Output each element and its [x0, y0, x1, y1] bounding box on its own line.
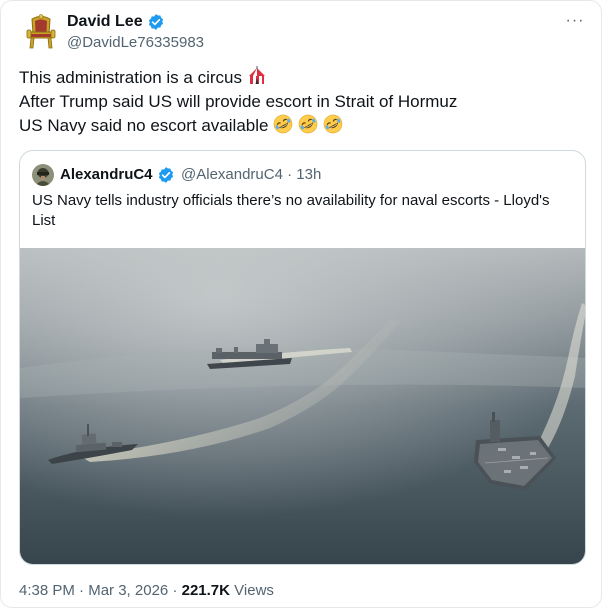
- rofl-emoji-icon: [323, 114, 342, 134]
- tweet-card: David Lee @DavidLe76335983 ··· This admi…: [0, 0, 602, 608]
- author-handle[interactable]: @DavidLe76335983: [67, 33, 204, 53]
- more-options-icon[interactable]: ···: [563, 11, 587, 31]
- footer-separator: ·: [79, 582, 85, 599]
- tweet-text: This administration is a circus After Tr…: [19, 66, 579, 138]
- quote-author-name-text: AlexandruC4: [60, 166, 153, 183]
- avatar[interactable]: [19, 10, 63, 54]
- rofl-emoji-icon: [273, 114, 293, 134]
- circus-tent-icon: [248, 66, 265, 84]
- quote-separator: ·: [287, 166, 293, 183]
- tweet-line-3-text: US Navy said no escort available: [19, 116, 269, 135]
- tweet-time[interactable]: 4:38 PM: [19, 582, 75, 599]
- quoted-tweet[interactable]: AlexandruC4 @AlexandruC4 · 13h US Navy t…: [19, 150, 586, 565]
- author-name[interactable]: David Lee: [67, 12, 165, 32]
- tweet-line-1: This administration is a circus: [19, 66, 579, 90]
- throne-avatar-icon: [19, 10, 63, 54]
- tweet-line-3: US Navy said no escort available: [19, 114, 579, 138]
- tweet-footer: 4:38 PM · Mar 3, 2026 · 221.7K Views: [19, 581, 274, 601]
- quote-author-handle[interactable]: @AlexandruC4: [181, 166, 283, 183]
- soldier-avatar-icon: [32, 164, 54, 186]
- tweet-line-2: After Trump said US will provide escort …: [19, 92, 458, 111]
- author-name-text: David Lee: [67, 13, 143, 30]
- footer-separator: ·: [172, 582, 178, 599]
- quote-time[interactable]: 13h: [296, 166, 321, 183]
- naval-ships-photo[interactable]: [20, 248, 586, 565]
- views-count[interactable]: 221.7K: [182, 582, 230, 599]
- quote-avatar[interactable]: [32, 164, 54, 186]
- tweet-line-1-text: This administration is a circus: [19, 68, 242, 87]
- tweet-date[interactable]: Mar 3, 2026: [88, 582, 168, 599]
- verified-badge-icon: [158, 167, 173, 183]
- views-label: Views: [234, 582, 274, 599]
- quote-meta: @AlexandruC4 · 13h: [181, 165, 321, 185]
- quote-text: US Navy tells industry officials there’s…: [32, 192, 550, 229]
- quote-author-name[interactable]: AlexandruC4: [60, 165, 175, 185]
- rofl-emoji-icon: [298, 114, 318, 134]
- verified-badge-icon: [148, 14, 163, 30]
